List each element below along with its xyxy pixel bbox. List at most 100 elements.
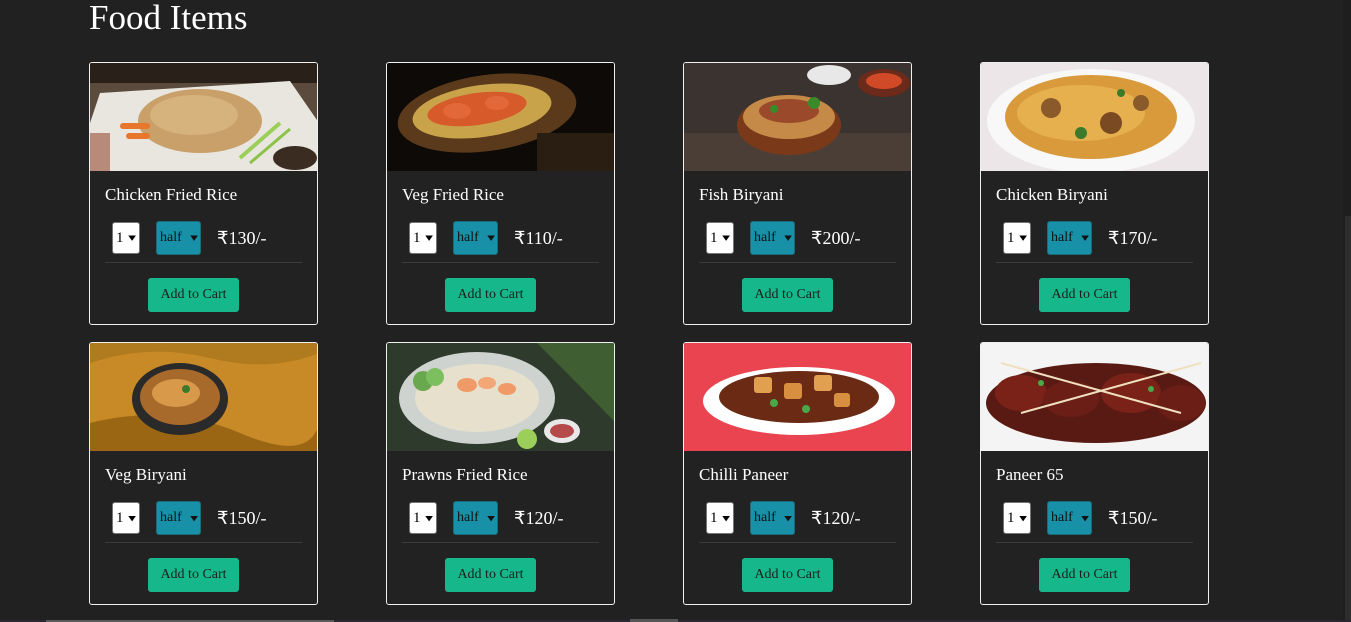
quantity-select[interactable]: 1 ▼ — [112, 222, 140, 254]
chevron-down-icon: ▼ — [190, 234, 198, 242]
quantity-value: 1 — [116, 229, 124, 246]
chevron-down-icon: ▼ — [722, 514, 730, 522]
chevron-down-icon: ▼ — [128, 234, 136, 242]
food-card: Prawns Fried Rice 1 ▼ half ▼ ₹120/- Add … — [386, 342, 615, 605]
size-select[interactable]: half ▼ — [156, 221, 201, 255]
food-name: Chicken Fried Rice — [105, 185, 238, 204]
food-options: 1 ▼ half ▼ ₹120/- — [409, 501, 563, 535]
chevron-down-icon: ▼ — [190, 514, 198, 522]
size-select[interactable]: half ▼ — [1047, 221, 1092, 255]
quantity-value: 1 — [710, 509, 718, 526]
size-select[interactable]: half ▼ — [1047, 501, 1092, 535]
add-to-cart-button[interactable]: Add to Cart — [742, 558, 833, 592]
add-to-cart-button[interactable]: Add to Cart — [445, 558, 536, 592]
food-price: ₹110/- — [514, 227, 563, 248]
quantity-value: 1 — [116, 509, 124, 526]
chevron-down-icon: ▼ — [425, 234, 433, 242]
food-card: Chilli Paneer 1 ▼ half ▼ ₹120/- Add to C… — [683, 342, 912, 605]
add-to-cart-button[interactable]: Add to Cart — [148, 278, 239, 312]
food-image — [684, 63, 911, 171]
food-name: Prawns Fried Rice — [402, 465, 528, 484]
chevron-down-icon: ▼ — [128, 514, 136, 522]
quantity-value: 1 — [413, 229, 421, 246]
food-card: Veg Biryani 1 ▼ half ▼ ₹150/- Add to Car… — [89, 342, 318, 605]
food-options: 1 ▼ half ▼ ₹150/- — [112, 501, 266, 535]
size-value: half — [457, 230, 479, 245]
quantity-select[interactable]: 1 ▼ — [706, 502, 734, 534]
quantity-select[interactable]: 1 ▼ — [112, 502, 140, 534]
quantity-select[interactable]: 1 ▼ — [1003, 222, 1031, 254]
food-price: ₹170/- — [1108, 227, 1158, 248]
chevron-down-icon: ▼ — [784, 234, 792, 242]
size-value: half — [1051, 510, 1073, 525]
quantity-select[interactable]: 1 ▼ — [1003, 502, 1031, 534]
chevron-down-icon: ▼ — [425, 514, 433, 522]
quantity-value: 1 — [1007, 229, 1015, 246]
food-image — [981, 343, 1208, 451]
size-value: half — [160, 230, 182, 245]
chevron-down-icon: ▼ — [1019, 514, 1027, 522]
food-name: Veg Biryani — [105, 465, 187, 484]
food-options: 1 ▼ half ▼ ₹170/- — [1003, 221, 1157, 255]
quantity-value: 1 — [1007, 509, 1015, 526]
size-select[interactable]: half ▼ — [156, 501, 201, 535]
add-to-cart-button[interactable]: Add to Cart — [1039, 558, 1130, 592]
divider — [105, 262, 302, 263]
food-price: ₹150/- — [217, 507, 267, 528]
chevron-down-icon: ▼ — [784, 514, 792, 522]
add-to-cart-button[interactable]: Add to Cart — [445, 278, 536, 312]
food-price: ₹150/- — [1108, 507, 1158, 528]
food-options: 1 ▼ half ▼ ₹200/- — [706, 221, 860, 255]
food-image — [684, 343, 911, 451]
food-price: ₹130/- — [217, 227, 267, 248]
food-card: Fish Biryani 1 ▼ half ▼ ₹200/- Add to Ca… — [683, 62, 912, 325]
food-card: Paneer 65 1 ▼ half ▼ ₹150/- Add to Cart — [980, 342, 1209, 605]
chevron-down-icon: ▼ — [722, 234, 730, 242]
scrollbar-thumb[interactable] — [1345, 216, 1351, 622]
chevron-down-icon: ▼ — [1081, 514, 1089, 522]
size-select[interactable]: half ▼ — [453, 501, 498, 535]
food-options: 1 ▼ half ▼ ₹150/- — [1003, 501, 1157, 535]
size-value: half — [1051, 230, 1073, 245]
vertical-scrollbar[interactable] — [1343, 0, 1351, 622]
size-value: half — [754, 230, 776, 245]
divider — [699, 262, 896, 263]
food-name: Fish Biryani — [699, 185, 784, 204]
add-to-cart-button[interactable]: Add to Cart — [742, 278, 833, 312]
divider — [699, 542, 896, 543]
food-options: 1 ▼ half ▼ ₹110/- — [409, 221, 563, 255]
quantity-value: 1 — [710, 229, 718, 246]
divider — [402, 262, 599, 263]
size-select[interactable]: half ▼ — [453, 221, 498, 255]
chevron-down-icon: ▼ — [487, 234, 495, 242]
food-name: Paneer 65 — [996, 465, 1064, 484]
food-price: ₹120/- — [514, 507, 564, 528]
food-options: 1 ▼ half ▼ ₹130/- — [112, 221, 266, 255]
chevron-down-icon: ▼ — [1019, 234, 1027, 242]
size-value: half — [160, 510, 182, 525]
food-image — [90, 343, 317, 451]
food-image — [981, 63, 1208, 171]
add-to-cart-button[interactable]: Add to Cart — [148, 558, 239, 592]
food-items-page: Food Items Chicken Fried Rice 1 ▼ half ▼… — [0, 0, 1351, 622]
food-name: Chicken Biryani — [996, 185, 1108, 204]
food-card: Veg Fried Rice 1 ▼ half ▼ ₹110/- Add to … — [386, 62, 615, 325]
chevron-down-icon: ▼ — [1081, 234, 1089, 242]
quantity-select[interactable]: 1 ▼ — [409, 222, 437, 254]
size-select[interactable]: half ▼ — [750, 221, 795, 255]
divider — [105, 542, 302, 543]
food-image — [387, 63, 614, 171]
food-options: 1 ▼ half ▼ ₹120/- — [706, 501, 860, 535]
divider — [402, 542, 599, 543]
chevron-down-icon: ▼ — [487, 514, 495, 522]
size-value: half — [754, 510, 776, 525]
food-card: Chicken Fried Rice 1 ▼ half ▼ ₹130/- Add… — [89, 62, 318, 325]
add-to-cart-button[interactable]: Add to Cart — [1039, 278, 1130, 312]
quantity-select[interactable]: 1 ▼ — [706, 222, 734, 254]
food-name: Chilli Paneer — [699, 465, 789, 484]
food-image — [90, 63, 317, 171]
quantity-select[interactable]: 1 ▼ — [409, 502, 437, 534]
food-image — [387, 343, 614, 451]
size-select[interactable]: half ▼ — [750, 501, 795, 535]
divider — [996, 542, 1193, 543]
